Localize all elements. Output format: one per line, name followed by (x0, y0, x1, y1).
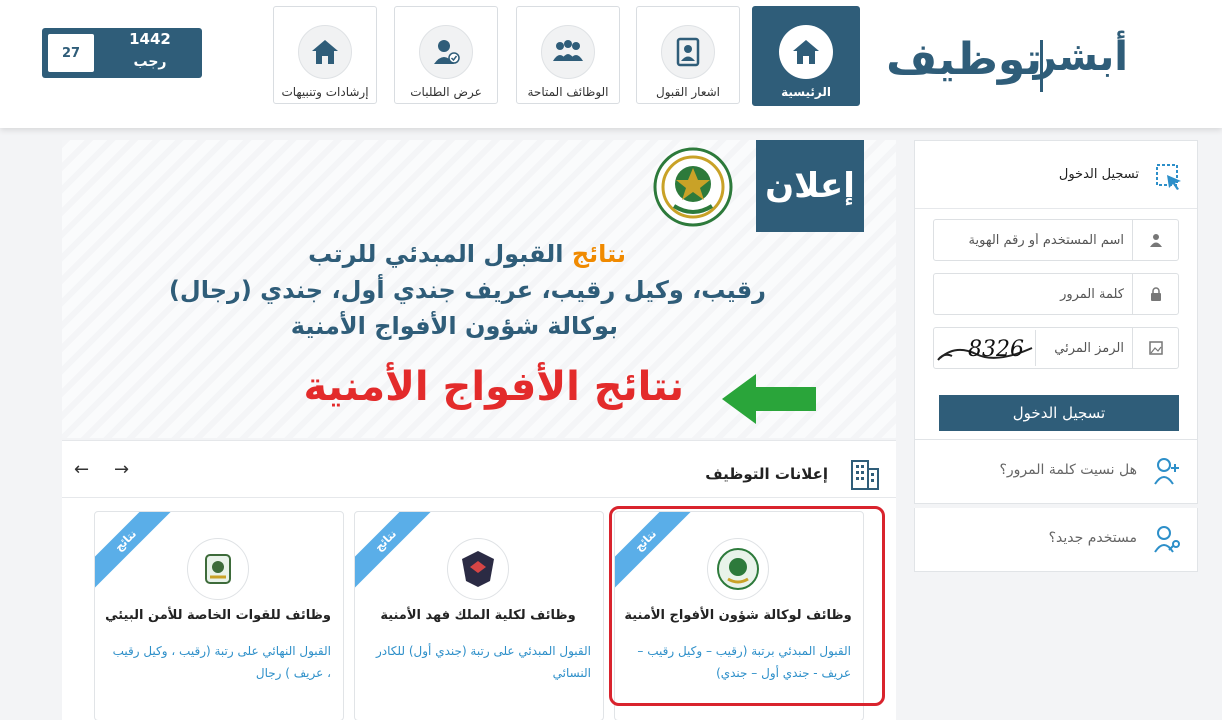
password-input[interactable] (934, 274, 1132, 314)
job-card-title: وظائف لكلية الملك فهد الأمنية (380, 608, 576, 623)
header: أبشر توظيف الرئيسية اشعار القبول الوظائف… (0, 0, 1222, 128)
job-card-description[interactable]: القبول المبدئي على رتبة (جندي أول) للكاد… (365, 640, 591, 684)
banner-line-1: نتائج القبول المبدئي للرتب (308, 240, 626, 268)
password-field[interactable] (933, 273, 1179, 315)
captcha-text: 8326 (968, 337, 1024, 362)
login-header: تسجيل الدخول (915, 141, 1197, 209)
nav-guidelines-label: إرشادات وتنبيهات (281, 85, 369, 99)
nav-acceptance-notice[interactable]: اشعار القبول (636, 6, 740, 104)
forgot-password-link[interactable]: هل نسيت كلمة المرور؟ (914, 440, 1198, 504)
captcha-image[interactable]: 8326 (936, 330, 1036, 366)
login-title: تسجيل الدخول (1058, 167, 1139, 182)
user-icon (1132, 220, 1178, 260)
job-card[interactable]: نتائج وظائف لوكالة شؤون الأفواج الأمنية … (614, 511, 864, 720)
nav-acceptance-label: اشعار القبول (655, 85, 721, 99)
user-plus-icon (1153, 456, 1183, 486)
site-logo[interactable]: أبشر توظيف (886, 28, 1128, 100)
username-input[interactable] (934, 220, 1132, 260)
job-card-title: وظائف لوكالة شؤون الأفواج الأمنية (624, 608, 852, 623)
home-icon (779, 25, 833, 79)
nav-jobs-label: الوظائف المتاحة (527, 85, 609, 99)
org-logo (187, 538, 249, 600)
nav-applications-label: عرض الطلبات (410, 85, 482, 99)
results-ribbon: نتائج (355, 512, 440, 595)
job-card[interactable]: نتائج وظائف لكلية الملك فهد الأمنية القب… (354, 511, 604, 720)
image-icon (1132, 328, 1178, 368)
login-button[interactable]: تسجيل الدخول (939, 395, 1179, 431)
announcement-tag: إعلان (756, 140, 864, 232)
forgot-password-label: هل نسيت كلمة المرور؟ (999, 462, 1137, 478)
banner-highlight: نتائج (571, 240, 626, 268)
banner-line-3: بوكالة شؤون الأفواج الأمنية (290, 312, 618, 340)
arrow-left-icon (722, 374, 818, 424)
user-check-icon (419, 25, 473, 79)
job-card[interactable]: نتائج وظائف للقوات الخاصة للأمن البيئي ا… (94, 511, 344, 720)
badge-icon (661, 25, 715, 79)
banner-line-1-rest: القبول المبدئي للرتب (308, 240, 572, 268)
emblem-icon (652, 146, 734, 228)
login-panel: تسجيل الدخول 8326 تسجيل الدخول (914, 140, 1198, 440)
nav-home[interactable]: الرئيسية (752, 6, 860, 106)
date-year: 1442 (129, 30, 171, 48)
results-ribbon: نتائج (95, 512, 180, 595)
cursor-select-icon (1155, 163, 1183, 191)
group-icon (541, 25, 595, 79)
date-month: رجب (133, 54, 167, 70)
prev-arrow-button[interactable]: ← (74, 459, 89, 480)
job-card-description[interactable]: القبول المبدئي برتبة (رقيب – وكيل رقيب –… (625, 640, 851, 684)
user-key-icon (1153, 524, 1183, 554)
nav-guidelines[interactable]: إرشادات وتنبيهات (273, 6, 377, 104)
results-ribbon: نتائج (615, 512, 700, 595)
next-arrow-button[interactable]: → (114, 459, 129, 480)
banner-line-2: رقيب، وكيل رقيب، عريف جندي أول، جندي (رج… (168, 276, 766, 304)
nav-home-label: الرئيسية (781, 85, 831, 99)
new-user-label: مستخدم جديد؟ (1048, 530, 1137, 546)
hijri-date-widget: 27 1442 رجب (42, 28, 202, 78)
home-icon (298, 25, 352, 79)
logo-word-tawzeef: توظيف (886, 34, 1044, 85)
lock-icon (1132, 274, 1178, 314)
captcha-input[interactable] (1038, 328, 1132, 368)
username-field[interactable] (933, 219, 1179, 261)
building-icon (848, 457, 882, 491)
date-day: 27 (48, 34, 94, 72)
logo-word-abshir: أبشر (1033, 34, 1128, 80)
banner-results-heading: نتائج الأفواج الأمنية (303, 364, 684, 410)
job-card-title: وظائف للقوات الخاصة للأمن البيئي (105, 608, 331, 623)
captcha-field[interactable]: 8326 (933, 327, 1179, 369)
nav-available-jobs[interactable]: الوظائف المتاحة (516, 6, 620, 104)
new-user-link[interactable]: مستخدم جديد؟ (914, 508, 1198, 572)
org-logo (707, 538, 769, 600)
org-logo (447, 538, 509, 600)
nav-view-applications[interactable]: عرض الطلبات (394, 6, 498, 104)
job-announcements-section: إعلانات التوظيف ← → نتائج وظائف لوكالة ش… (62, 440, 896, 720)
announcement-banner[interactable]: إعلان نتائج القبول المبدئي للرتب رقيب، و… (62, 140, 896, 438)
job-card-description[interactable]: القبول النهائي على رتبة (رقيب ، وكيل رقي… (105, 640, 331, 684)
section-divider (62, 497, 896, 498)
job-announcements-title: إعلانات التوظيف (705, 465, 828, 483)
